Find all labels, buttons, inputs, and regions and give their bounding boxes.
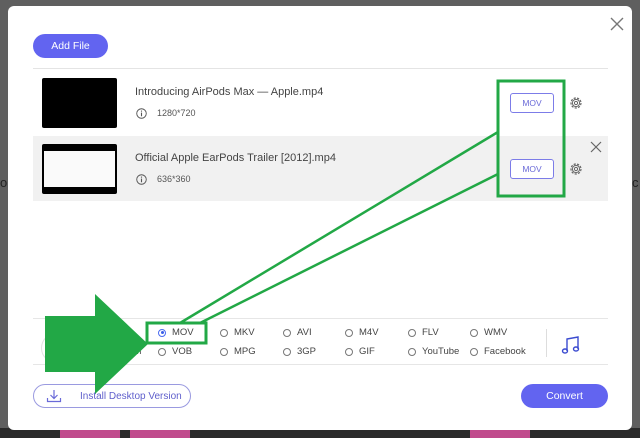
panel-divider bbox=[546, 329, 547, 357]
format-label: YouTube bbox=[422, 346, 460, 357]
video-thumbnail bbox=[42, 144, 117, 194]
format-label: MPG bbox=[234, 346, 256, 357]
format-option-webm[interactable]: EBM bbox=[121, 346, 142, 357]
info-icon[interactable] bbox=[136, 108, 147, 119]
background-text-left: o bbox=[0, 175, 8, 190]
remove-file-icon[interactable] bbox=[590, 141, 602, 153]
info-icon[interactable] bbox=[136, 174, 147, 185]
format-label: WMV bbox=[484, 327, 508, 338]
format-option-gif[interactable]: GIF bbox=[345, 346, 375, 357]
file-name: Introducing AirPods Max — Apple.mp4 bbox=[135, 86, 324, 98]
format-option-facebook[interactable]: Facebook bbox=[470, 346, 526, 357]
format-option-vob[interactable]: VOB bbox=[158, 346, 192, 357]
file-name: Official Apple EarPods Trailer [2012].mp… bbox=[135, 152, 336, 164]
install-desktop-button[interactable]: Install Desktop Version bbox=[33, 384, 191, 408]
list-divider bbox=[33, 68, 608, 69]
gear-icon[interactable] bbox=[568, 95, 584, 111]
video-thumbnail bbox=[42, 78, 117, 128]
format-label: MOV bbox=[172, 327, 194, 338]
radio-button[interactable] bbox=[345, 347, 353, 356]
radio-button[interactable] bbox=[220, 347, 228, 356]
gear-icon[interactable] bbox=[568, 161, 584, 177]
radio-button[interactable] bbox=[158, 328, 166, 337]
format-label: 3GP bbox=[297, 346, 317, 357]
format-panel: EBM MOV MKV AVI M4V FLV WMV VOB MPG 3GP … bbox=[33, 318, 608, 365]
convert-button[interactable]: Convert bbox=[521, 384, 608, 408]
format-option-wmv[interactable]: WMV bbox=[470, 327, 507, 338]
format-option-avi[interactable]: AVI bbox=[283, 327, 312, 338]
install-label: Install Desktop Version bbox=[80, 390, 182, 402]
background-thumbnail bbox=[470, 430, 530, 438]
download-icon bbox=[46, 390, 62, 403]
output-format-button[interactable]: MOV bbox=[510, 93, 554, 113]
format-label: MKV bbox=[234, 327, 255, 338]
format-label: EBM bbox=[121, 346, 142, 357]
radio-button[interactable] bbox=[345, 328, 353, 337]
close-icon[interactable] bbox=[609, 16, 625, 32]
background-text-right: c bbox=[632, 175, 639, 190]
format-label: VOB bbox=[172, 346, 193, 357]
format-option-mkv[interactable]: MKV bbox=[220, 327, 255, 338]
radio-button[interactable] bbox=[470, 328, 478, 337]
radio-button[interactable] bbox=[283, 328, 291, 337]
file-resolution: 1280*720 bbox=[157, 108, 196, 118]
radio-button[interactable] bbox=[283, 347, 291, 356]
converter-dialog: Add File Introducing AirPods Max — Apple… bbox=[8, 6, 632, 430]
background-thumbnail bbox=[60, 430, 120, 438]
format-category-icon[interactable] bbox=[41, 333, 71, 363]
file-resolution: 636*360 bbox=[157, 174, 191, 184]
background-thumbnail bbox=[130, 430, 190, 438]
format-option-3gp[interactable]: 3GP bbox=[283, 346, 316, 357]
radio-button[interactable] bbox=[220, 328, 228, 337]
radio-button[interactable] bbox=[408, 347, 416, 356]
thumbnail-frame bbox=[44, 151, 115, 187]
format-label: AVI bbox=[297, 327, 312, 338]
music-note-icon[interactable] bbox=[560, 334, 582, 356]
format-option-flv[interactable]: FLV bbox=[408, 327, 439, 338]
format-option-mpg[interactable]: MPG bbox=[220, 346, 256, 357]
format-label: M4V bbox=[359, 327, 379, 338]
radio-button[interactable] bbox=[408, 328, 416, 337]
format-option-youtube[interactable]: YouTube bbox=[408, 346, 459, 357]
format-option-m4v[interactable]: M4V bbox=[345, 327, 379, 338]
format-label: Facebook bbox=[484, 346, 526, 357]
file-row: Introducing AirPods Max — Apple.mp4 1280… bbox=[33, 70, 608, 135]
radio-button[interactable] bbox=[158, 347, 166, 356]
format-option-mov[interactable]: MOV bbox=[158, 327, 194, 338]
add-file-button[interactable]: Add File bbox=[33, 34, 108, 58]
radio-button[interactable] bbox=[470, 347, 478, 356]
output-format-button[interactable]: MOV bbox=[510, 159, 554, 179]
format-label: FLV bbox=[422, 327, 439, 338]
format-label: GIF bbox=[359, 346, 375, 357]
file-row: Official Apple EarPods Trailer [2012].mp… bbox=[33, 136, 608, 201]
